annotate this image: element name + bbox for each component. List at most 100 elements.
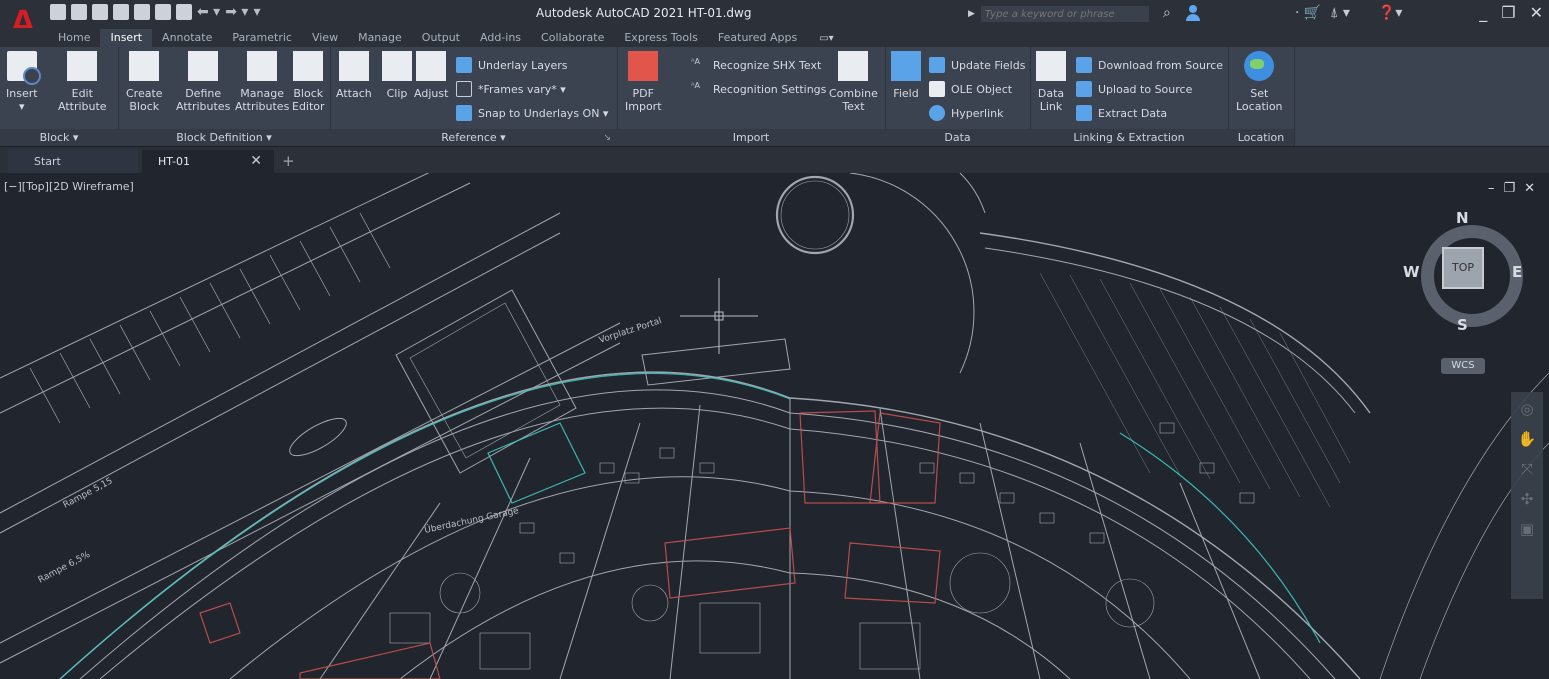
panel-block-title[interactable]: Block ▾ (0, 129, 118, 146)
viewport-minimize-icon[interactable]: – (1488, 181, 1495, 196)
combine-text-icon (838, 51, 869, 81)
create-block-button[interactable]: Create Block (126, 51, 163, 113)
new-tab-plus-icon[interactable]: + (282, 150, 295, 172)
upload-icon (1076, 81, 1092, 97)
define-attributes-button[interactable]: Define Attributes (176, 51, 230, 113)
update-fields-button[interactable]: Update Fields (929, 57, 1025, 73)
combine-text-button[interactable]: Combine Text (829, 51, 878, 113)
panel-import: PDF Import ᴬA Recognize SHX Text ᴬA Reco… (617, 47, 886, 146)
underlay-layers-button[interactable]: Underlay Layers (456, 57, 568, 73)
qat-dropdown-icon[interactable]: ▾ (253, 4, 260, 20)
compass-west[interactable]: W (1403, 263, 1420, 281)
minimize-icon[interactable]: _ (1479, 3, 1487, 22)
pan-hand-icon[interactable]: ✋ (1518, 430, 1537, 448)
save-as-icon[interactable] (113, 4, 129, 20)
autodesk-app-icon[interactable]: ⍋ ▾ (1330, 5, 1350, 21)
compass-south[interactable]: S (1457, 316, 1468, 334)
recognize-shx-button[interactable]: ᴬA Recognize SHX Text (691, 57, 821, 73)
viewport-restore-icon[interactable]: ❐ (1503, 181, 1515, 196)
restore-icon[interactable]: ❐ (1501, 3, 1515, 22)
viewport-window-controls: – ❐ ✕ (1488, 181, 1535, 196)
save-icon[interactable] (92, 4, 108, 20)
viewport-close-icon[interactable]: ✕ (1524, 181, 1535, 196)
drawing-canvas[interactable]: Überdachung Garage Rampe 6,5% Rampe 5,15… (0, 173, 1549, 679)
recognition-settings-button[interactable]: ᴬA Recognition Settings (691, 81, 826, 97)
tab-view[interactable]: View (302, 29, 348, 47)
insert-button[interactable]: Insert ▾ (6, 51, 41, 113)
panel-linking-title[interactable]: Linking & Extraction (1030, 129, 1228, 146)
search-input[interactable] (980, 6, 1149, 22)
tab-featured-apps[interactable]: Featured Apps (708, 29, 807, 47)
tab-parametric[interactable]: Parametric (222, 29, 302, 47)
floor-plan-drawing[interactable]: Überdachung Garage Rampe 6,5% Rampe 5,15… (0, 173, 1549, 679)
field-button[interactable]: Field (891, 51, 921, 100)
steering-wheel-icon[interactable]: ◎ (1520, 400, 1533, 418)
viewcube[interactable]: TOP N S E W (1403, 209, 1529, 339)
attach-button[interactable]: Attach (336, 51, 372, 100)
snap-to-underlays-dropdown[interactable]: Snap to Underlays ON ▾ (456, 105, 608, 121)
tab-home[interactable]: Home (48, 29, 100, 47)
panel-reference: Attach Clip Adjust Underlay Layers *Fram… (330, 47, 618, 146)
showmotion-icon[interactable]: ▣ (1520, 520, 1534, 538)
ole-object-button[interactable]: OLE Object (929, 81, 1012, 97)
adjust-button[interactable]: Adjust (414, 51, 448, 100)
block-editor-button[interactable]: Block Editor (292, 51, 325, 113)
open-icon[interactable] (71, 4, 87, 20)
search-expand-icon[interactable]: ▶ (968, 9, 975, 19)
web-mobile-icon[interactable] (155, 4, 171, 20)
extract-data-button[interactable]: Extract Data (1076, 105, 1167, 121)
upload-to-source-button[interactable]: Upload to Source (1076, 81, 1192, 97)
hyperlink-button[interactable]: Hyperlink (929, 105, 1004, 121)
compass-east[interactable]: E (1512, 263, 1522, 281)
panel-import-title[interactable]: Import (617, 129, 885, 146)
manage-attributes-button[interactable]: Manage Attributes (235, 51, 289, 113)
panel-block-definition-title[interactable]: Block Definition ▾ (118, 129, 330, 146)
search-icon[interactable]: ⌕ (1163, 5, 1171, 21)
doc-tab-ht01[interactable]: HT-01 ✕ (142, 150, 274, 173)
compass-north[interactable]: N (1456, 209, 1469, 227)
reference-dialog-launcher-icon[interactable]: ↘ (603, 133, 611, 143)
tab-collaborate[interactable]: Collaborate (531, 29, 614, 47)
update-fields-icon (929, 57, 945, 73)
panel-location: Set Location Location (1228, 47, 1295, 146)
tab-output[interactable]: Output (412, 29, 470, 47)
tab-manage[interactable]: Manage (348, 29, 412, 47)
tab-add-ins[interactable]: Add-ins (470, 29, 531, 47)
data-link-icon (1036, 51, 1066, 81)
zoom-extents-icon[interactable]: ⤧ (1521, 460, 1533, 478)
clip-button[interactable]: Clip (382, 51, 412, 100)
drawing-label-plaza: Vorplatz Portal (598, 316, 663, 346)
set-location-button[interactable]: Set Location (1236, 51, 1283, 113)
panel-location-title[interactable]: Location (1228, 129, 1294, 146)
help-icon[interactable]: ❓▾ (1378, 5, 1402, 21)
adjust-icon (416, 51, 447, 81)
frames-dropdown[interactable]: *Frames vary* ▾ (456, 81, 566, 97)
download-from-source-button[interactable]: Download from Source (1076, 57, 1223, 73)
close-icon[interactable]: ✕ (1530, 3, 1543, 22)
tab-insert[interactable]: Insert (100, 29, 153, 47)
plot-icon[interactable] (176, 4, 192, 20)
wcs-menu[interactable]: WCS (1441, 358, 1485, 374)
viewport-controls-label[interactable]: [−][Top][2D Wireframe] (4, 180, 134, 193)
panel-data-title[interactable]: Data (885, 129, 1030, 146)
redo-icon[interactable]: ➡ ▾ (225, 4, 248, 20)
new-icon[interactable] (50, 4, 66, 20)
cloud-icon[interactable] (134, 4, 150, 20)
user-icon[interactable] (1186, 5, 1200, 21)
doc-tab-start[interactable]: Start (8, 150, 138, 173)
panel-reference-title[interactable]: Reference ▾ (330, 129, 617, 146)
tab-annotate[interactable]: Annotate (152, 29, 222, 47)
edit-attribute-button[interactable]: Edit Attribute (58, 51, 107, 113)
pdf-import-button[interactable]: PDF Import (625, 51, 662, 113)
orbit-icon[interactable]: ✣ (1521, 490, 1534, 508)
data-link-button[interactable]: Data Link (1036, 51, 1066, 113)
close-tab-icon[interactable]: ✕ (250, 150, 262, 173)
title-bar: A ⬅ ▾ ➡ ▾ ▾ Autodesk AutoCAD 2021 HT-01.… (0, 0, 1549, 44)
tab-express-tools[interactable]: Express Tools (614, 29, 708, 47)
undo-icon[interactable]: ⬅ ▾ (197, 4, 220, 20)
cart-icon[interactable]: · 🛒 (1295, 5, 1321, 21)
viewcube-top-face[interactable]: TOP (1442, 247, 1484, 289)
panel-linking-extraction: Data Link Download from Source Upload to… (1030, 47, 1229, 146)
ribbon-options-icon[interactable]: ▭▾ (819, 33, 833, 47)
pdf-icon (628, 51, 659, 81)
